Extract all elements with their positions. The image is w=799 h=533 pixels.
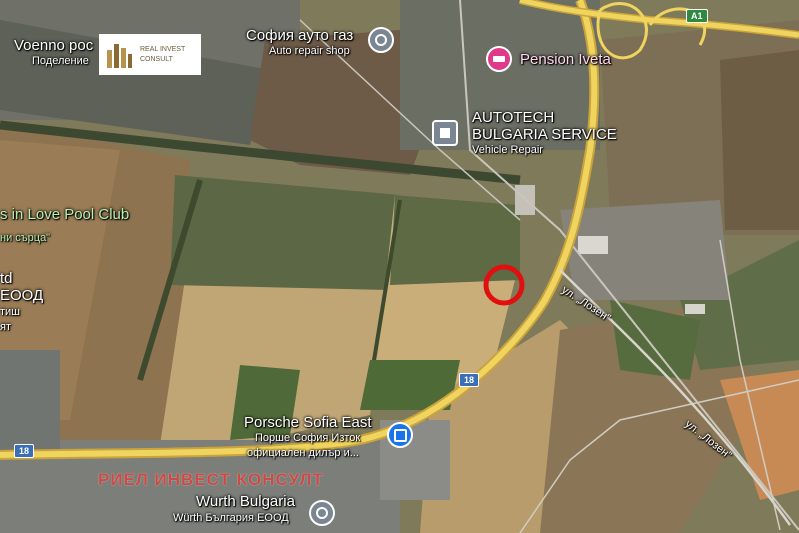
place-porsche-name[interactable]: Porsche Sofia East bbox=[244, 414, 372, 432]
bed-pin-icon[interactable] bbox=[486, 46, 512, 72]
map-terrain bbox=[0, 0, 799, 533]
place-eood-line3: тиш bbox=[0, 306, 21, 318]
place-porsche-sub2: официален дилър и... bbox=[247, 447, 359, 459]
place-wurth-name[interactable]: Wurth Bulgaria bbox=[196, 493, 295, 511]
place-autotech-sub: Vehicle Repair bbox=[472, 144, 543, 156]
place-eood-line1[interactable]: td bbox=[0, 270, 13, 288]
place-sofia-auto-gaz-sub: Auto repair shop bbox=[269, 45, 350, 57]
shopping-bag-pin-icon[interactable] bbox=[387, 422, 413, 448]
satellite-map[interactable]: REAL INVEST CONSULT Voenno poc Поделение… bbox=[0, 0, 799, 533]
place-pool-club-sub: ни сърца" bbox=[0, 232, 51, 244]
place-voenno-sub: Поделение bbox=[32, 55, 89, 67]
road-shield-18-left: 18 bbox=[14, 444, 35, 458]
road-shield-18-right: 18 bbox=[459, 373, 480, 387]
place-wurth-sub: Würth България ЕООД bbox=[173, 512, 289, 524]
building-logo-icon bbox=[107, 43, 132, 68]
logo-line1: REAL INVEST bbox=[140, 46, 186, 54]
place-voenno-name[interactable]: Voenno poc bbox=[14, 37, 93, 55]
place-autotech-line1[interactable]: AUTOTECH bbox=[472, 109, 554, 127]
wrench-pin-icon[interactable] bbox=[309, 500, 335, 526]
place-sofia-auto-gaz-name[interactable]: София ауто газ bbox=[246, 27, 353, 45]
watermark-text: РИЕЛ ИНВЕСТ КОНСУЛТ bbox=[98, 470, 324, 489]
place-pension-name[interactable]: Pension Iveta bbox=[520, 51, 611, 69]
square-pin-icon[interactable] bbox=[432, 120, 458, 146]
place-pool-club-name[interactable]: s in Love Pool Club bbox=[0, 206, 129, 224]
place-eood-line4: ят bbox=[0, 321, 11, 333]
road-shield-a1: A1 bbox=[686, 9, 708, 23]
company-logo: REAL INVEST CONSULT bbox=[99, 34, 201, 75]
wrench-pin-icon[interactable] bbox=[368, 27, 394, 53]
place-autotech-line2[interactable]: BULGARIA SERVICE bbox=[472, 126, 617, 144]
place-porsche-sub1: Порше София Изток bbox=[255, 432, 361, 444]
logo-line2: CONSULT bbox=[140, 55, 173, 63]
place-eood-line2[interactable]: ЕООД bbox=[0, 287, 43, 305]
